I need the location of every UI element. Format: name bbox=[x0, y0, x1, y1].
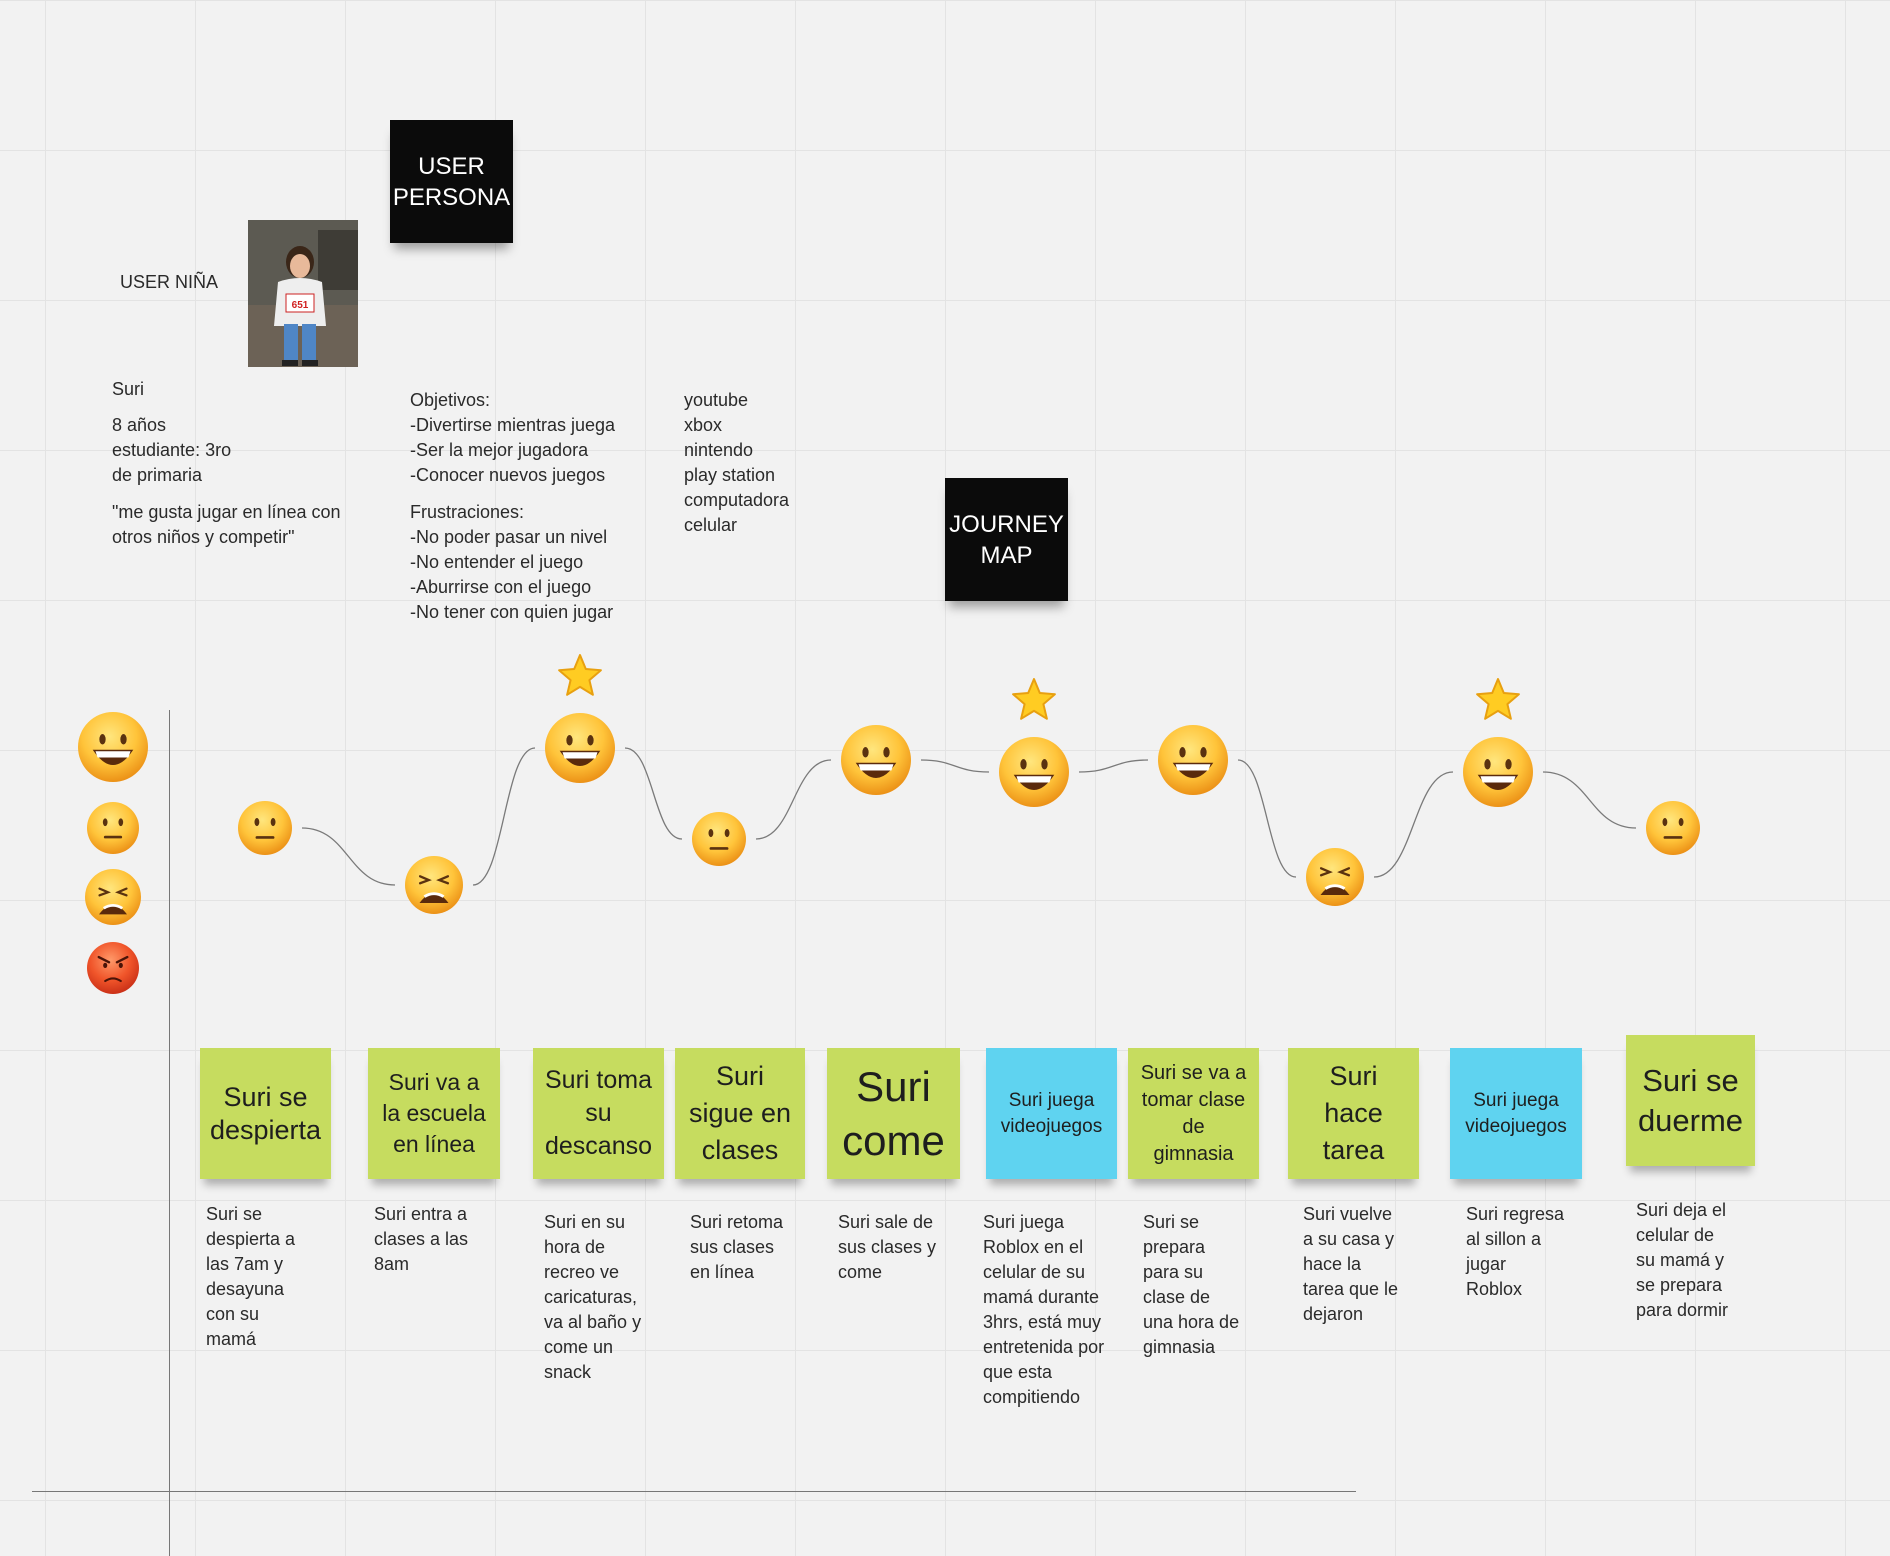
scale-happy-emoji-icon bbox=[78, 712, 148, 782]
step-8-sticky-note[interactable]: Suri hace tarea bbox=[1288, 1048, 1419, 1179]
curve-segment bbox=[472, 747, 536, 886]
curve-segment bbox=[1542, 771, 1637, 829]
curve-segment bbox=[1237, 759, 1297, 878]
step-4-neutral-emoji-icon bbox=[692, 812, 746, 866]
step-7-description: Suri se prepara para su clase de una hor… bbox=[1143, 1212, 1240, 1357]
step-3-happy-emoji-icon bbox=[545, 713, 615, 783]
step-3-sticky-note[interactable]: Suri toma su descanso bbox=[533, 1048, 664, 1179]
step-3-description: Suri en su hora de recreo ve caricaturas… bbox=[544, 1212, 642, 1382]
step-9-description: Suri regresa al sillon a jugar Roblox bbox=[1466, 1204, 1565, 1299]
step-4-sticky-note[interactable]: Suri sigue en clases bbox=[675, 1048, 805, 1179]
step-9-happy-emoji-icon bbox=[1463, 737, 1533, 807]
step-9-star-icon bbox=[1476, 678, 1520, 720]
step-6-sticky-note[interactable]: Suri juega videojuegos bbox=[986, 1048, 1117, 1179]
step-3-star-icon bbox=[558, 654, 602, 696]
step-8-weary-emoji-icon bbox=[1306, 848, 1364, 906]
step-2-sticky-note[interactable]: Suri va a la escuela en línea bbox=[368, 1048, 500, 1179]
step-4-description: Suri retoma sus clases en línea bbox=[690, 1212, 784, 1282]
step-2-description: Suri entra a clases a las 8am bbox=[374, 1204, 469, 1274]
curve-segment bbox=[1078, 759, 1149, 773]
step-6-happy-emoji-icon bbox=[999, 737, 1069, 807]
step-7-happy-emoji-icon bbox=[1158, 725, 1228, 795]
step-8-description: Suri vuelve a su casa y hace la tarea qu… bbox=[1303, 1204, 1399, 1324]
curve-segment bbox=[755, 759, 832, 840]
curve-segment bbox=[1373, 771, 1454, 878]
scale-angry-emoji-icon bbox=[87, 942, 139, 994]
curve-segment bbox=[624, 747, 683, 840]
step-1-sticky-note[interactable]: Suri se despierta bbox=[200, 1048, 331, 1179]
scale-neutral-emoji-icon bbox=[87, 802, 139, 854]
step-1-description: Suri se despierta a las 7am y desayuna c… bbox=[206, 1204, 296, 1349]
step-10-neutral-emoji-icon bbox=[1646, 801, 1700, 855]
step-10-sticky-note[interactable]: Suri se duerme bbox=[1626, 1035, 1755, 1166]
step-7-sticky-note[interactable]: Suri se va a tomar clase de gimnasia bbox=[1128, 1048, 1259, 1179]
step-6-star-icon bbox=[1012, 678, 1056, 720]
step-6-description: Suri juega Roblox en el celular de su ma… bbox=[983, 1212, 1105, 1407]
step-2-weary-emoji-icon bbox=[405, 856, 463, 914]
step-5-description: Suri sale de sus clases y come bbox=[838, 1212, 937, 1282]
step-5-sticky-note[interactable]: Suri come bbox=[827, 1048, 960, 1179]
scale-weary-emoji-icon bbox=[85, 869, 141, 925]
curve-segment bbox=[301, 827, 396, 886]
curve-segment bbox=[920, 759, 990, 773]
step-9-sticky-note[interactable]: Suri juega videojuegos bbox=[1450, 1048, 1582, 1179]
step-10-description: Suri deja el celular de su mamá y se pre… bbox=[1636, 1200, 1729, 1320]
step-1-neutral-emoji-icon bbox=[238, 801, 292, 855]
step-5-happy-emoji-icon bbox=[841, 725, 911, 795]
